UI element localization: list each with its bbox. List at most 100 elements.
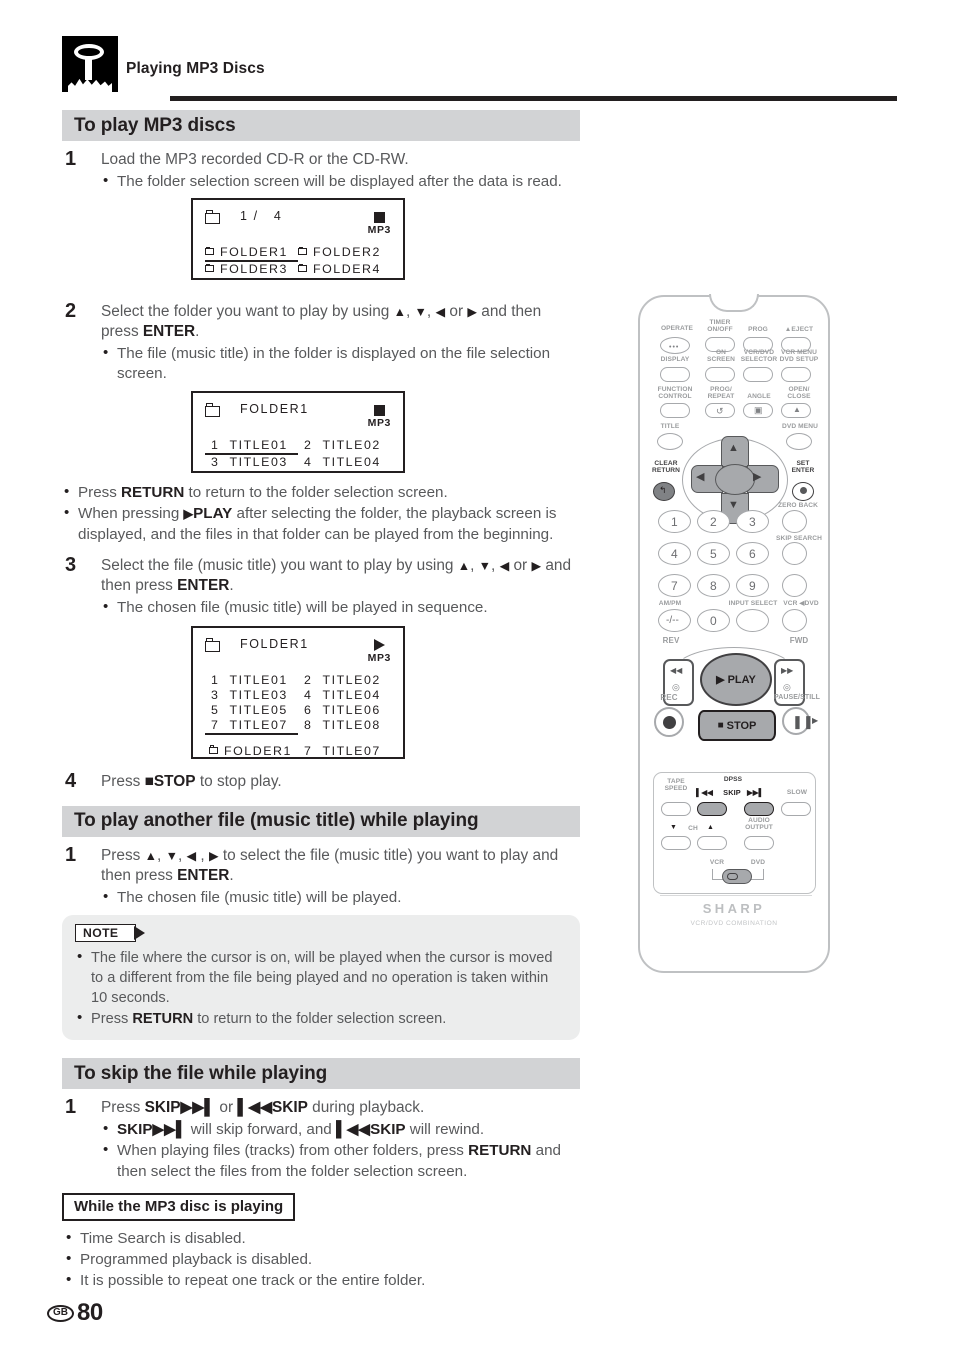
folder-selection-screen: 1 / 4 MP3 FOLDER1 FOLDER2 FOLDER3 FOLDER…: [191, 197, 405, 280]
input-select-button[interactable]: [736, 609, 769, 632]
record-button[interactable]: [654, 707, 684, 737]
step-bullets: The chosen file (music title) will be pl…: [101, 887, 580, 908]
key-2[interactable]: 2: [697, 510, 730, 533]
label-function-control: FUNCTION CONTROL: [657, 386, 693, 401]
prog-repeat-button[interactable]: ↺: [705, 403, 735, 418]
note-label: NOTE: [75, 924, 137, 943]
camera-icon: ▣: [754, 405, 763, 415]
section-title: To skip the file while playing: [74, 1062, 328, 1084]
folder-icon: [205, 246, 214, 256]
page-footer: GB 80: [47, 1299, 103, 1327]
folder-icon: [298, 246, 307, 256]
folder-icon: [209, 745, 218, 754]
main-content-column: To play MP3 discs 1 Load the MP3 recorde…: [62, 110, 580, 1291]
label-prog-repeat: PROG/ REPEAT: [707, 386, 735, 401]
record-dot-icon: [663, 716, 676, 729]
osd-cell: 1 TITLE01: [205, 438, 298, 456]
osd-status: MP3: [368, 209, 391, 236]
note-box: NOTE The file where the cursor is on, wi…: [62, 915, 580, 1041]
slow-button[interactable]: [781, 802, 811, 816]
skip-back-button[interactable]: [697, 802, 727, 816]
step-text: Load the MP3 recorded CD-R or the CD-RW.: [101, 151, 409, 168]
dpad-center[interactable]: [715, 464, 755, 495]
remote-body: OPERATE ••• TIMER ON/OFF PROG ▲EJECT DIS…: [638, 294, 830, 973]
on-screen-button[interactable]: [705, 367, 735, 382]
osd-cell: FOLDER2: [298, 245, 391, 262]
remote-notch: [709, 294, 759, 312]
display-button[interactable]: [660, 367, 690, 382]
list-item: The chosen file (music title) will be pl…: [101, 597, 580, 618]
osd-header-label: FOLDER1: [240, 401, 309, 416]
key-6[interactable]: 6: [736, 542, 769, 565]
key-8[interactable]: 8: [697, 574, 730, 597]
list-item: When playing files (tracks) from other f…: [101, 1140, 580, 1182]
key-4[interactable]: 4: [658, 542, 691, 565]
channel-down-button[interactable]: [661, 836, 691, 850]
step-number: 2: [65, 299, 77, 322]
label-vcr-dvd-selector: VCR/DVD SELECTOR: [740, 349, 778, 364]
step-text: Press ■STOP to stop play.: [101, 773, 282, 791]
operate-button[interactable]: •••: [660, 337, 690, 354]
key-dash[interactable]: -/--: [658, 609, 691, 632]
stop-button[interactable]: ■ STOP: [698, 710, 776, 741]
skip-search-button[interactable]: [782, 542, 807, 565]
step-number: 1: [65, 843, 77, 866]
step-3: 3 Select the file (music title) you want…: [62, 554, 580, 618]
label-title: TITLE: [660, 423, 680, 430]
set-enter-button[interactable]: [792, 482, 814, 501]
osd-cell: 2 TITLE02: [304, 438, 381, 453]
key-5[interactable]: 5: [697, 542, 730, 565]
channel-up-button[interactable]: [697, 836, 727, 850]
osd-header-label: FOLDER1: [240, 637, 309, 652]
function-control-button[interactable]: [660, 403, 690, 418]
direction-pad[interactable]: ▲ ▼ ◀ ▶: [680, 434, 790, 526]
page-number: 80: [77, 1299, 103, 1326]
key-0[interactable]: 0: [697, 609, 730, 632]
key-7[interactable]: 7: [658, 574, 691, 597]
list-item: Press RETURN to return to the folder sel…: [62, 482, 580, 503]
list-item: It is possible to repeat one track or th…: [62, 1269, 580, 1291]
vcr-dvd-selector-button[interactable]: [743, 367, 773, 382]
list-item: The file (music title) in the folder is …: [101, 343, 580, 385]
step-number: 1: [65, 148, 77, 170]
clear-return-button[interactable]: ↰: [653, 482, 675, 501]
vcr-dvd-button[interactable]: [782, 609, 807, 632]
tape-speed-button[interactable]: [661, 802, 691, 816]
panel-divider: [660, 895, 812, 896]
step-text: Press ▲, ▼, ◀ , ▶ to select the file (mu…: [101, 846, 559, 885]
skip-forward-button[interactable]: [744, 802, 774, 816]
list-item: Programmed playback is disabled.: [62, 1248, 580, 1270]
label-clear-return: CLEAR RETURN: [651, 460, 681, 475]
key-3[interactable]: 3: [736, 510, 769, 533]
osd-cell: 4 TITLE04: [304, 455, 381, 470]
key-9[interactable]: 9: [736, 574, 769, 597]
step-2-after-bullets: Press RETURN to return to the folder sel…: [62, 482, 580, 545]
ff-alt-icon: ◎: [783, 682, 791, 692]
unlabeled-button[interactable]: [782, 574, 807, 597]
label-zero-back: ZERO BACK: [777, 502, 819, 509]
skip-back-icon: ▌◀◀: [696, 788, 713, 797]
page-title: Playing MP3 Discs: [126, 60, 265, 77]
label-vcr-menu-dvd-setup: VCR MENU DVD SETUP: [779, 349, 819, 364]
region-code: GB: [47, 1304, 74, 1322]
section-header-play-mp3: To play MP3 discs: [62, 110, 580, 141]
pause-still-button[interactable]: ❚❚: [782, 707, 814, 735]
channel-up-icon: ▲: [707, 824, 714, 831]
label-angle: ANGLE: [747, 393, 771, 400]
vcr-menu-dvd-setup-button[interactable]: [781, 367, 811, 382]
step-number: 1: [65, 1096, 77, 1119]
step-bullets: The chosen file (music title) will be pl…: [101, 597, 580, 618]
enter-dot-icon: [800, 487, 807, 494]
while-playing-title: While the MP3 disc is playing: [62, 1192, 296, 1221]
audio-output-button[interactable]: [744, 836, 774, 850]
label-on-screen: ON SCREEN: [706, 349, 736, 364]
repeat-icon: ↺: [716, 406, 724, 416]
angle-button[interactable]: ▣: [743, 403, 773, 418]
play-button[interactable]: ▶ PLAY: [700, 653, 772, 706]
vcr-dvd-slide-switch[interactable]: [722, 869, 752, 884]
left-arrow-icon: ◀: [696, 471, 705, 483]
open-close-button[interactable]: ▲: [781, 403, 811, 418]
key-1[interactable]: 1: [658, 510, 691, 533]
zero-back-button[interactable]: [782, 510, 807, 533]
dots-icon: •••: [669, 344, 680, 351]
